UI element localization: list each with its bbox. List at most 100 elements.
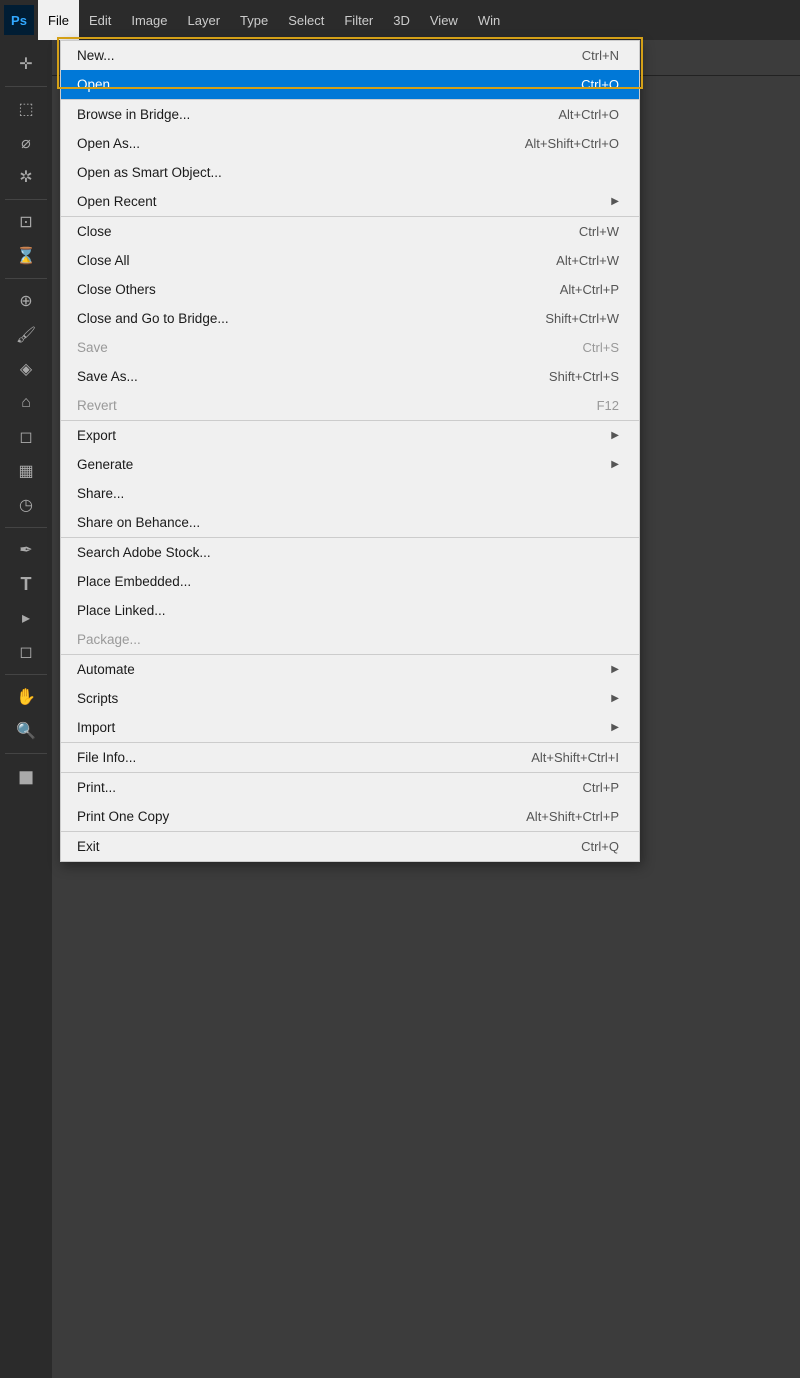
- menu-open[interactable]: Open... Ctrl+O: [61, 70, 639, 99]
- zoom-tool[interactable]: 🔍: [10, 715, 42, 747]
- menu-exit[interactable]: Exit Ctrl+Q: [61, 832, 639, 861]
- menu-export[interactable]: Export ▶: [61, 421, 639, 450]
- menu-save-as[interactable]: Save As... Shift+Ctrl+S: [61, 362, 639, 391]
- menu-share-behance[interactable]: Share on Behance...: [61, 508, 639, 537]
- menu-new[interactable]: New... Ctrl+N: [61, 41, 639, 70]
- menu-layer[interactable]: Layer: [178, 0, 231, 40]
- type-tool[interactable]: T: [10, 568, 42, 600]
- menu-open-recent[interactable]: Open Recent ▶: [61, 187, 639, 216]
- healing-tool[interactable]: ⊕: [10, 285, 42, 317]
- menu-close-all-shortcut: Alt+Ctrl+W: [556, 253, 619, 268]
- path-select-tool[interactable]: ▸: [10, 602, 42, 634]
- menu-open-as-label: Open As...: [77, 136, 485, 151]
- pen-tool[interactable]: ✒: [10, 534, 42, 566]
- generate-arrow-icon: ▶: [611, 459, 619, 470]
- brush-tool[interactable]: 🖌: [10, 319, 42, 351]
- menu-automate[interactable]: Automate ▶: [61, 655, 639, 684]
- menu-close-go-bridge-shortcut: Shift+Ctrl+W: [545, 311, 619, 326]
- tool-sep-4: [5, 527, 47, 528]
- menu-section-6: Automate ▶ Scripts ▶ Import ▶: [61, 655, 639, 743]
- menu-close-others-label: Close Others: [77, 282, 520, 297]
- menu-place-embedded[interactable]: Place Embedded...: [61, 567, 639, 596]
- tool-sep-6: [5, 753, 47, 754]
- import-arrow-icon: ▶: [611, 722, 619, 733]
- menu-close-shortcut: Ctrl+W: [579, 224, 619, 239]
- menu-generate-label: Generate: [77, 457, 603, 472]
- menu-open-label: Open...: [77, 77, 541, 92]
- marquee-tool[interactable]: ⬚: [10, 93, 42, 125]
- menu-search-stock[interactable]: Search Adobe Stock...: [61, 538, 639, 567]
- menu-filter[interactable]: Filter: [334, 0, 383, 40]
- menu-open-as[interactable]: Open As... Alt+Shift+Ctrl+O: [61, 129, 639, 158]
- menu-open-recent-label: Open Recent: [77, 194, 603, 209]
- menu-file[interactable]: File: [38, 0, 79, 40]
- gradient-tool[interactable]: ▦: [10, 455, 42, 487]
- menu-new-label: New...: [77, 48, 542, 63]
- menu-print-one-copy-shortcut: Alt+Shift+Ctrl+P: [526, 809, 619, 824]
- ps-logo: Ps: [4, 5, 34, 35]
- menu-save-label: Save: [77, 340, 543, 355]
- menu-place-embedded-label: Place Embedded...: [77, 574, 579, 589]
- menu-revert-shortcut: F12: [597, 398, 619, 413]
- menu-open-smart-object-label: Open as Smart Object...: [77, 165, 579, 180]
- magic-wand-tool[interactable]: ✲: [10, 161, 42, 193]
- tool-sep-3: [5, 278, 47, 279]
- menu-share[interactable]: Share...: [61, 479, 639, 508]
- menu-3d[interactable]: 3D: [383, 0, 420, 40]
- menu-section-9: Exit Ctrl+Q: [61, 832, 639, 861]
- menu-search-stock-label: Search Adobe Stock...: [77, 545, 579, 560]
- tool-sep-1: [5, 86, 47, 87]
- menu-export-label: Export: [77, 428, 603, 443]
- menu-share-behance-label: Share on Behance...: [77, 515, 579, 530]
- menu-browse-bridge[interactable]: Browse in Bridge... Alt+Ctrl+O: [61, 100, 639, 129]
- menu-print[interactable]: Print... Ctrl+P: [61, 773, 639, 802]
- menu-file-info-label: File Info...: [77, 750, 491, 765]
- menu-scripts[interactable]: Scripts ▶: [61, 684, 639, 713]
- menu-print-one-copy[interactable]: Print One Copy Alt+Shift+Ctrl+P: [61, 802, 639, 831]
- foreground-bg-tool[interactable]: ◼: [10, 760, 42, 792]
- open-recent-arrow-icon: ▶: [611, 196, 619, 207]
- menu-section-3: Close Ctrl+W Close All Alt+Ctrl+W Close …: [61, 217, 639, 421]
- menu-select[interactable]: Select: [278, 0, 334, 40]
- menu-close-all[interactable]: Close All Alt+Ctrl+W: [61, 246, 639, 275]
- menu-open-smart-object[interactable]: Open as Smart Object...: [61, 158, 639, 187]
- menu-section-5: Search Adobe Stock... Place Embedded... …: [61, 538, 639, 655]
- eraser-tool[interactable]: ◻: [10, 421, 42, 453]
- shape-tool[interactable]: ◻: [10, 636, 42, 668]
- menu-save[interactable]: Save Ctrl+S: [61, 333, 639, 362]
- menu-file-info[interactable]: File Info... Alt+Shift+Ctrl+I: [61, 743, 639, 772]
- hand-tool[interactable]: ✋: [10, 681, 42, 713]
- export-arrow-icon: ▶: [611, 430, 619, 441]
- eyedropper-tool[interactable]: ⌛: [10, 240, 42, 272]
- dodge-tool[interactable]: ◷: [10, 489, 42, 521]
- menu-browse-bridge-shortcut: Alt+Ctrl+O: [558, 107, 619, 122]
- tool-sep-2: [5, 199, 47, 200]
- menu-revert[interactable]: Revert F12: [61, 391, 639, 420]
- menu-file-info-shortcut: Alt+Shift+Ctrl+I: [531, 750, 619, 765]
- tool-sep-5: [5, 674, 47, 675]
- menu-print-shortcut: Ctrl+P: [583, 780, 619, 795]
- menu-close-others[interactable]: Close Others Alt+Ctrl+P: [61, 275, 639, 304]
- menu-import-label: Import: [77, 720, 603, 735]
- menu-generate[interactable]: Generate ▶: [61, 450, 639, 479]
- menu-view[interactable]: View: [420, 0, 468, 40]
- clone-tool[interactable]: ◈: [10, 353, 42, 385]
- menu-section-1: New... Ctrl+N Open... Ctrl+O: [61, 41, 639, 100]
- menu-close-go-bridge[interactable]: Close and Go to Bridge... Shift+Ctrl+W: [61, 304, 639, 333]
- menu-section-8: Print... Ctrl+P Print One Copy Alt+Shift…: [61, 773, 639, 832]
- menu-image[interactable]: Image: [121, 0, 177, 40]
- menu-print-label: Print...: [77, 780, 543, 795]
- menu-place-linked[interactable]: Place Linked...: [61, 596, 639, 625]
- history-tool[interactable]: ⌂: [10, 387, 42, 419]
- move-tool[interactable]: ✛: [10, 48, 42, 80]
- menu-win[interactable]: Win: [468, 0, 510, 40]
- menu-close-label: Close: [77, 224, 539, 239]
- menu-type[interactable]: Type: [230, 0, 278, 40]
- menu-edit[interactable]: Edit: [79, 0, 121, 40]
- crop-tool[interactable]: ⊡: [10, 206, 42, 238]
- menu-close[interactable]: Close Ctrl+W: [61, 217, 639, 246]
- menu-close-all-label: Close All: [77, 253, 516, 268]
- menu-import[interactable]: Import ▶: [61, 713, 639, 742]
- lasso-tool[interactable]: ⌀: [10, 127, 42, 159]
- menu-package[interactable]: Package...: [61, 625, 639, 654]
